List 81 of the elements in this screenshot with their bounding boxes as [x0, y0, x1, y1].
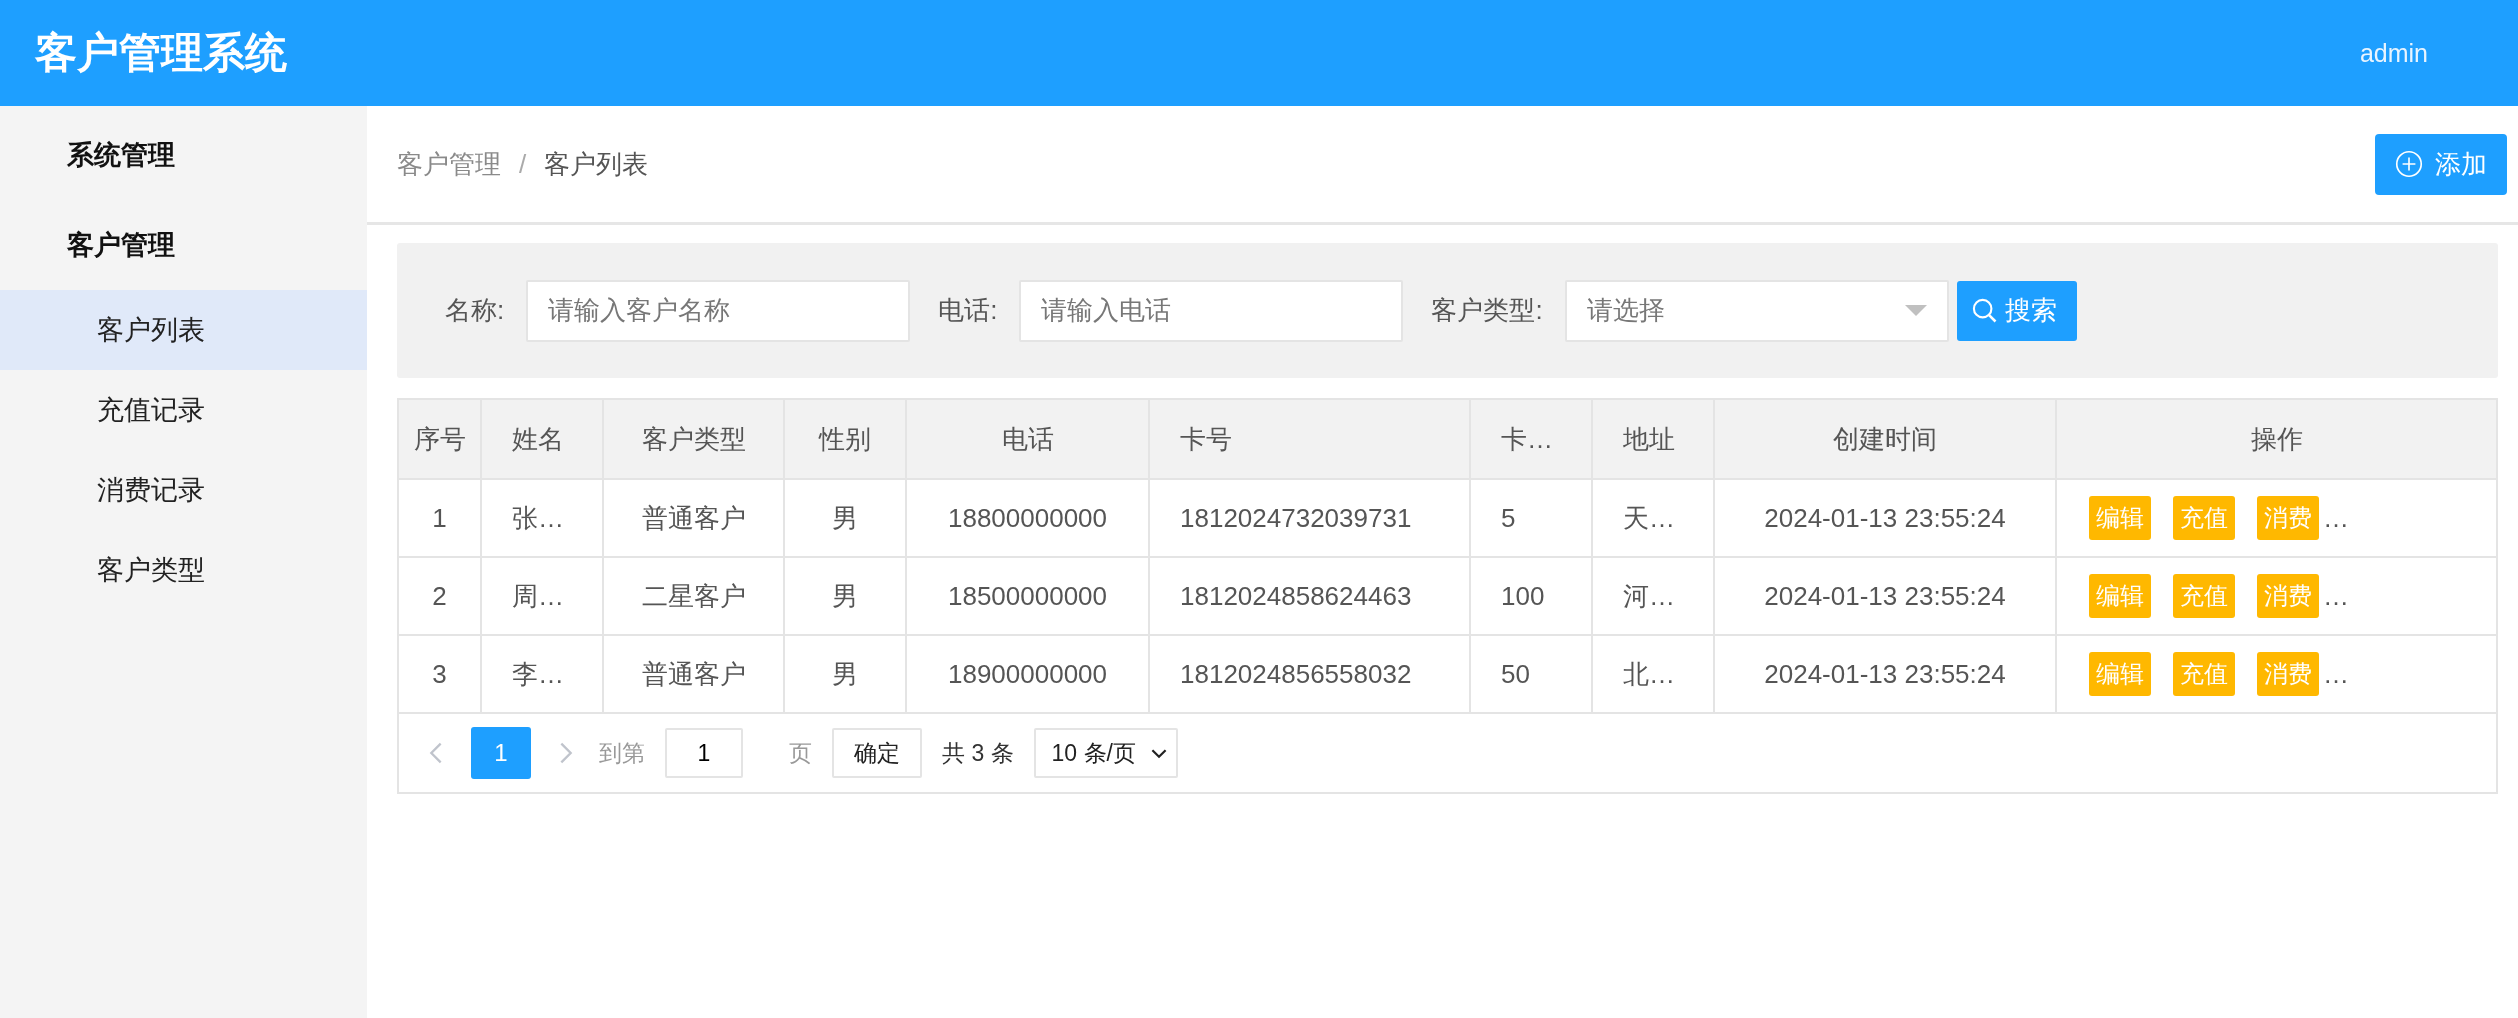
sidebar-item[interactable]: 消费记录: [0, 450, 367, 530]
table-cell: 100: [1470, 557, 1592, 635]
action-button[interactable]: 编辑: [2089, 496, 2151, 540]
sidebar-group[interactable]: 客户管理: [0, 200, 367, 290]
table-cell: 天…: [1592, 479, 1714, 557]
sidebar-item[interactable]: 客户类型: [0, 530, 367, 610]
column-header: 地址: [1592, 400, 1714, 479]
next-page-icon[interactable]: [559, 741, 573, 765]
chevron-down-icon: [1149, 747, 1168, 759]
column-header: 电话: [906, 400, 1149, 479]
table-cell: 2024-01-13 23:55:24: [1714, 557, 2056, 635]
table-cell: 周…: [481, 557, 603, 635]
column-header: 卡…: [1470, 400, 1592, 479]
search-icon: [1970, 296, 1999, 325]
table-cell: 男: [784, 557, 906, 635]
column-header: 性别: [784, 400, 906, 479]
overflow-ellipsis: …: [2323, 502, 2349, 534]
search-button[interactable]: 搜索: [1956, 280, 2077, 341]
table-cell: 1812024732039731: [1149, 479, 1470, 557]
table-cell: 3: [399, 635, 481, 713]
overflow-ellipsis: …: [2323, 658, 2349, 690]
table-cell: 18800000000: [906, 479, 1149, 557]
table-cell: 5: [1470, 479, 1592, 557]
column-header: 操作: [2056, 400, 2496, 479]
table-cell: 河…: [1592, 557, 1714, 635]
table-cell: 张…: [481, 479, 603, 557]
table-cell: 李…: [481, 635, 603, 713]
action-button[interactable]: 编辑: [2089, 574, 2151, 618]
goto-label: 到第: [599, 738, 645, 768]
sidebar-item[interactable]: 客户列表: [0, 290, 367, 370]
column-header: 卡号: [1149, 400, 1470, 479]
table-cell: 2024-01-13 23:55:24: [1714, 479, 2056, 557]
table-cell: 1: [399, 479, 481, 557]
action-button[interactable]: 充值: [2173, 652, 2235, 696]
input-field[interactable]: 请输入电话: [1019, 279, 1404, 342]
filter-label: 名称:: [445, 294, 505, 327]
page-unit-label: 页: [789, 738, 812, 768]
page-size-select[interactable]: 10 条/页: [1033, 728, 1178, 778]
page-button[interactable]: 1: [471, 727, 531, 779]
action-button[interactable]: 充值: [2173, 496, 2235, 540]
dropdown-triangle-icon: [1904, 305, 1927, 316]
column-header: 序号: [399, 400, 481, 479]
column-header: 创建时间: [1714, 400, 2056, 479]
plus-circle-icon: [2395, 150, 2423, 178]
user-name[interactable]: admin: [2359, 38, 2428, 68]
table-cell: 二星客户: [603, 557, 784, 635]
add-button[interactable]: 添加: [2375, 133, 2507, 195]
page-number-field[interactable]: 1: [665, 728, 743, 778]
breadcrumb-item: 客户列表: [544, 147, 649, 181]
breadcrumb-item[interactable]: 客户管理: [397, 146, 501, 182]
table-cell: 男: [784, 479, 906, 557]
filter-label: 客户类型:: [1431, 294, 1543, 327]
action-button[interactable]: 消费: [2257, 574, 2319, 618]
action-button[interactable]: 消费: [2257, 652, 2319, 696]
action-button[interactable]: 消费: [2257, 496, 2319, 540]
table-cell: 普通客户: [603, 479, 784, 557]
select-field[interactable]: 请选择: [1564, 279, 1949, 342]
column-header: 姓名: [481, 400, 603, 479]
total-count: 共 3 条: [942, 738, 1014, 768]
table-cell: 50: [1470, 635, 1592, 713]
column-header: 客户类型: [603, 400, 784, 479]
table-cell: 普通客户: [603, 635, 784, 713]
sidebar-item[interactable]: 充值记录: [0, 370, 367, 450]
table-cell: 18900000000: [906, 635, 1149, 713]
overflow-ellipsis: …: [2323, 580, 2349, 612]
table-cell: 2: [399, 557, 481, 635]
previous-page-icon[interactable]: [429, 741, 443, 765]
sidebar-group[interactable]: 系统管理: [0, 110, 367, 200]
table-cell: 2024-01-13 23:55:24: [1714, 635, 2056, 713]
table-cell: 1812024856558032: [1149, 635, 1470, 713]
input-field[interactable]: 请输入客户名称: [526, 279, 911, 342]
table-cell: 男: [784, 635, 906, 713]
action-button[interactable]: 充值: [2173, 574, 2235, 618]
table-cell: 18500000000: [906, 557, 1149, 635]
breadcrumb-separator: /: [519, 148, 527, 180]
table-cell: 1812024858624463: [1149, 557, 1470, 635]
app-title: 客户管理系统: [35, 28, 287, 78]
table-cell: 北…: [1592, 635, 1714, 713]
confirm-button[interactable]: 确定: [832, 728, 922, 778]
action-button[interactable]: 编辑: [2089, 652, 2151, 696]
filter-label: 电话:: [938, 294, 998, 327]
